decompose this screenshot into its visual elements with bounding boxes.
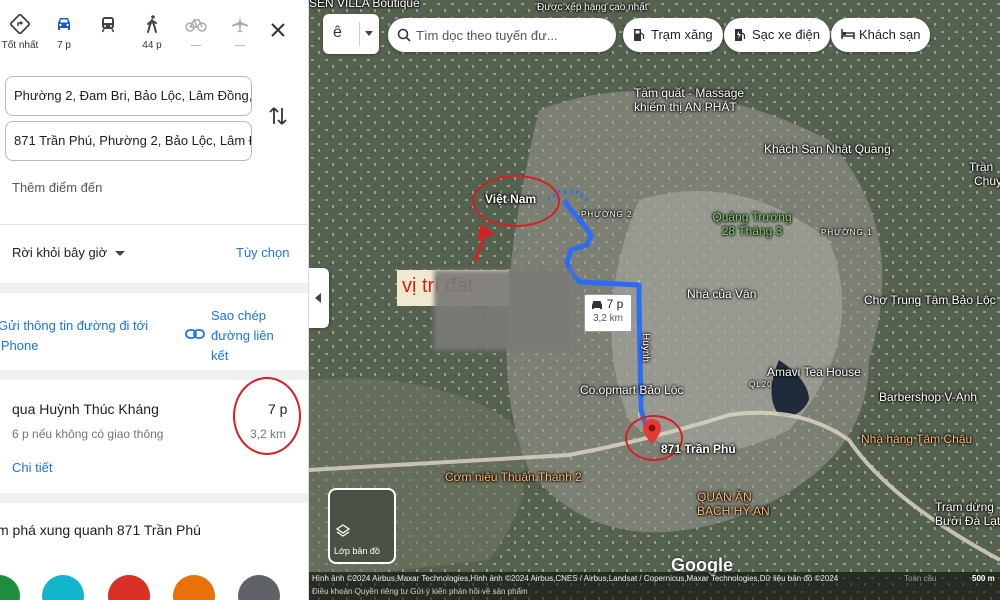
chip-ev-charger[interactable]: Sạc xe điện [724,18,830,52]
mode-flight-label: — [235,40,245,51]
options-link[interactable]: Tùy chọn [236,245,289,260]
road-label: QL20 [749,380,773,389]
car-icon [58,18,70,30]
directions-panel: Tốt nhất 7 p 44 p — — Phường 2, Đam Bri,… [0,0,309,600]
category-restaurants-button[interactable] [0,575,20,600]
route-search-input[interactable] [416,18,606,52]
ev-charger-icon [735,29,746,41]
annotation-circle [233,377,301,455]
place-label[interactable]: Khách Sạn Nhật Quang [764,142,891,156]
language-menu[interactable]: ê [323,14,379,54]
send-to-phone-link[interactable]: Gửi thông tin đường đi tới iPhone [0,316,158,356]
chip-ev-charger-label: Sạc xe điện [752,27,820,42]
mode-car-label: 7 p [57,40,71,51]
place-label[interactable]: Quảng Trường 28 Tháng 3 [707,210,797,238]
place-label[interactable]: Trạm dừng Bưởi Đà Lạt [935,500,1000,528]
flight-icon [232,16,248,33]
place-label[interactable]: Được xếp hạng cao nhất [537,2,648,13]
mode-best-label: Tốt nhất [1,40,39,51]
best-route-icon [10,14,30,34]
place-label[interactable]: QUÁN ĂN BẠCH HỶ AN [697,490,777,518]
gas-station-icon [634,29,645,41]
map-layers-button[interactable]: Lớp bản đồ [328,488,396,564]
chip-hotel[interactable]: Khách sạn [831,18,931,52]
chip-gas-station[interactable]: Trạm xăng [623,18,723,52]
annotation-arrow-icon [473,224,495,263]
mode-car[interactable]: 7 p [44,14,84,51]
layers-icon [336,524,350,537]
link-icon[interactable] [185,326,205,342]
route-search-box[interactable] [388,18,616,52]
place-label[interactable]: Nhà hàng Tâm Châu [861,432,972,446]
depart-label: Rời khỏi bây giờ [12,245,108,260]
transit-icon [101,17,115,33]
copy-link-button[interactable]: Sao chép đường liên kết [211,306,291,366]
search-icon [397,28,411,42]
details-link[interactable]: Chi tiết [12,460,52,475]
road-label: Huỳnh [639,333,651,362]
place-label[interactable]: Barbershop V-Anh [879,390,977,404]
mode-walk[interactable]: 44 p [132,14,172,51]
bicycle-icon [185,19,207,32]
explore-nearby-heading: m phá xung quanh 871 Trần Phú [0,522,201,538]
chip-hotel-label: Khách sạn [859,27,921,42]
area-label: PHƯỜNG 1 [821,228,873,237]
mode-flight[interactable]: — [220,14,260,51]
mode-transit[interactable] [88,14,128,40]
section-band [0,283,308,293]
place-label[interactable]: Trần [969,160,993,174]
car-icon [592,301,602,309]
caret-down-icon [365,31,373,36]
blurred-watermark [434,270,572,350]
callout-distance: 3,2 km [592,313,623,324]
route-via-text[interactable]: qua Huỳnh Thúc Kháng [12,401,159,417]
mode-bike-label: — [191,40,201,51]
annotation-circle [472,175,560,227]
category-hotels-button[interactable] [42,575,84,600]
close-icon[interactable] [266,18,290,42]
place-label[interactable]: Cơm niêu Thuận Thành 2 [445,470,582,484]
language-label: ê [333,24,342,41]
walking-icon [147,15,157,33]
map-footer: Hình ảnh ©2024 Airbus,Maxar Technologies… [309,572,1000,600]
footer-links[interactable]: Điều khoản Quyền riêng tư Gửi ý kiến phả… [312,587,528,596]
route-duration-callout[interactable]: 7 p 3,2 km [584,294,632,332]
destination-field[interactable]: 871 Trần Phú, Phường 2, Bảo Lộc, Lâm Đồ [5,121,252,161]
add-destination-link[interactable]: Thêm điểm đến [12,180,102,195]
destination-label[interactable]: 871 Trần Phú [661,442,736,456]
divider [0,224,308,225]
globe-toggle[interactable]: Toàn cầu [904,574,936,583]
map-layers-label: Lớp bản đồ [334,546,380,556]
chip-gas-station-label: Trạm xăng [651,27,713,42]
app-root: Tốt nhất 7 p 44 p — — Phường 2, Đam Bri,… [0,0,1000,600]
divider [359,22,360,46]
place-label[interactable]: Tầm quất - Massage khiếm thị AN PHÁT [634,86,774,114]
mode-best[interactable]: Tốt nhất [0,14,40,51]
mode-walk-label: 44 p [142,40,162,51]
scale-bar[interactable]: 500 m [972,574,995,583]
place-label[interactable]: SEN VILLA Boutique [309,0,420,10]
imagery-attribution: Hình ảnh ©2024 Airbus,Maxar Technologies… [312,574,839,583]
collapse-panel-button[interactable] [309,268,329,328]
caret-down-icon [115,251,126,257]
origin-field[interactable]: Phường 2, Đam Bri, Bảo Lộc, Lâm Đồng, Vi [5,76,252,116]
place-label[interactable]: Co.opmart Bảo Lộc [580,383,683,397]
swap-icon[interactable] [266,104,290,128]
travel-mode-bar: Tốt nhất 7 p 44 p — — [0,14,308,64]
mode-bike[interactable]: — [176,14,216,51]
map-canvas[interactable]: ê Trạm xăng Sạc xe điện Khách sạn SEN VI… [309,0,1000,600]
category-parking-button[interactable] [173,575,215,600]
place-label[interactable]: Amavi Tea House [767,365,861,379]
category-gas-button[interactable] [108,575,150,600]
section-band [0,493,308,503]
place-label[interactable]: Nhà của Vân [687,287,756,301]
route-traffic-note: 6 p nếu không có giao thông [12,427,164,441]
category-more-button[interactable] [238,575,280,600]
depart-time-dropdown[interactable]: Rời khỏi bây giờ [12,245,126,260]
area-label: PHƯỜNG 2 [581,210,633,219]
place-label[interactable]: Chợ Trung Tâm Bảo Lộc [864,293,996,307]
hotel-icon [841,29,855,39]
place-label[interactable]: Chuy [974,174,1000,188]
